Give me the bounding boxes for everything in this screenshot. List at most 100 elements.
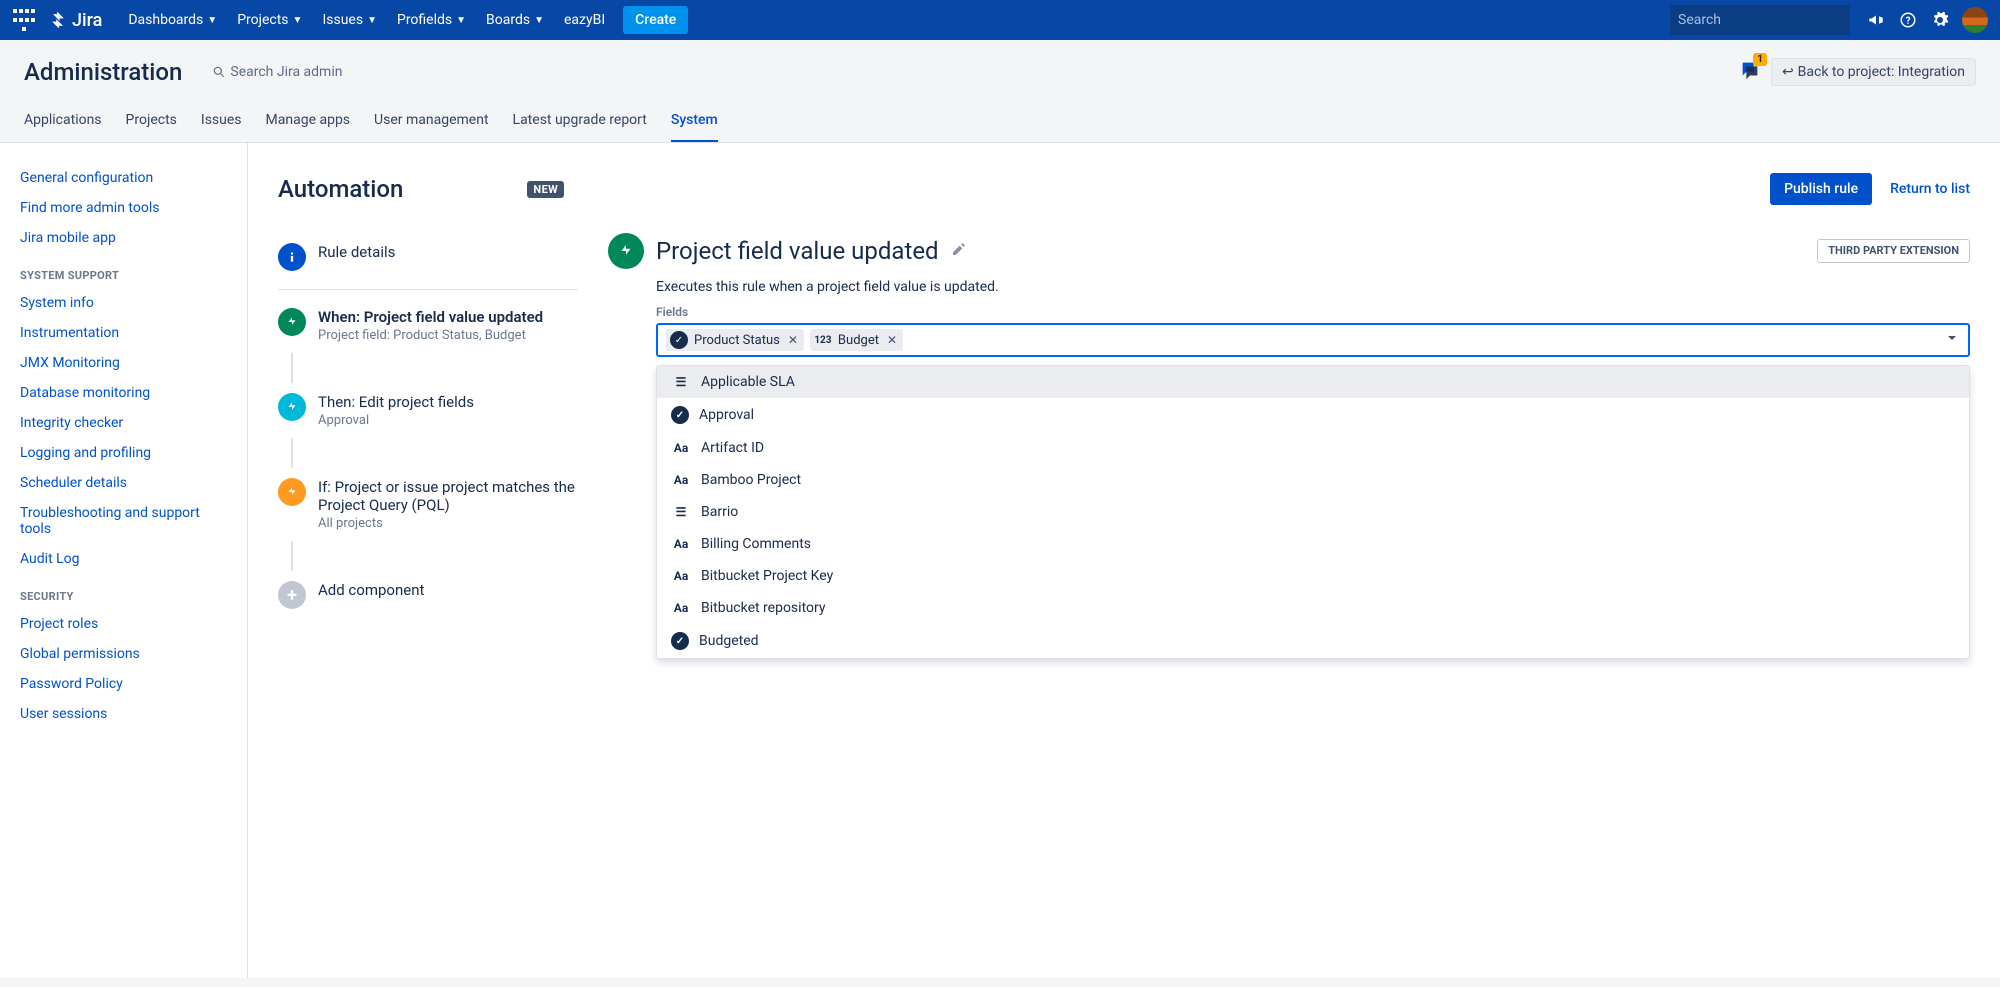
new-badge: NEW — [527, 181, 564, 198]
nav-item-issues[interactable]: Issues▼ — [312, 0, 387, 40]
gear-icon[interactable] — [1924, 4, 1956, 36]
check-icon: ✓ — [671, 406, 689, 424]
rule-details-step[interactable]: Rule details — [278, 233, 578, 290]
info-icon — [278, 243, 306, 271]
sidebar-item-user-sessions[interactable]: User sessions — [8, 699, 239, 729]
sidebar-item-project-roles[interactable]: Project roles — [8, 609, 239, 639]
dropdown-option-bitbucket-repository[interactable]: AaBitbucket repository — [657, 592, 1969, 624]
aa-icon: Aa — [671, 569, 691, 583]
tab-system[interactable]: System — [671, 104, 718, 142]
check-icon: ✓ — [671, 632, 689, 650]
admin-header: Administration Search Jira admin 1 ↩ Bac… — [0, 40, 2000, 143]
check-icon: ✓ — [670, 331, 688, 349]
sidebar-item-jmx-monitoring[interactable]: JMX Monitoring — [8, 348, 239, 378]
chevron-down-icon[interactable] — [1944, 330, 1960, 350]
num-icon: 123 — [814, 331, 832, 349]
sidebar-item-audit-log[interactable]: Audit Log — [8, 544, 239, 574]
sidebar-item-general-configuration[interactable]: General configuration — [8, 163, 239, 193]
dropdown-option-bamboo-project[interactable]: AaBamboo Project — [657, 464, 1969, 496]
trigger-icon — [278, 308, 306, 336]
sidebar-item-integrity-checker[interactable]: Integrity checker — [8, 408, 239, 438]
if-step[interactable]: If: Project or issue project matches the… — [278, 468, 578, 541]
tab-applications[interactable]: Applications — [24, 104, 102, 142]
sidebar-item-password-policy[interactable]: Password Policy — [8, 669, 239, 699]
admin-tabs: Applications Projects Issues Manage apps Use… — [24, 104, 1976, 142]
chevron-down-icon: ▼ — [456, 15, 466, 26]
sidebar-item-scheduler-details[interactable]: Scheduler details — [8, 468, 239, 498]
fields-dropdown[interactable]: ☰Applicable SLA✓ApprovalAaArtifact IDAaB… — [656, 365, 1970, 659]
svg-text:?: ? — [1906, 16, 1911, 27]
user-avatar[interactable] — [1962, 7, 1988, 33]
back-to-project-link[interactable]: ↩ Back to project: Integration — [1771, 58, 1976, 86]
sidebar-item-jira-mobile-app[interactable]: Jira mobile app — [8, 223, 239, 253]
sidebar-item-troubleshooting-and-support-tools[interactable]: Troubleshooting and support tools — [8, 498, 239, 544]
search-box[interactable] — [1670, 5, 1850, 35]
rule-chain: Rule details When: Project field value u… — [278, 233, 578, 659]
pencil-icon[interactable] — [951, 241, 967, 261]
chevron-down-icon: ▼ — [207, 15, 217, 26]
chip-product-status: ✓Product Status✕ — [666, 329, 804, 351]
fields-multiselect[interactable]: ✓Product Status✕123Budget✕ — [656, 323, 1970, 357]
megaphone-icon[interactable] — [1860, 4, 1892, 36]
dropdown-option-approval[interactable]: ✓Approval — [657, 398, 1969, 432]
sidebar-heading-security: SECURITY — [8, 574, 239, 609]
sidebar: General configurationFind more admin too… — [0, 143, 248, 978]
jira-icon — [48, 10, 68, 30]
return-to-list-link[interactable]: Return to list — [1890, 181, 1970, 197]
chevron-down-icon: ▼ — [534, 15, 544, 26]
tab-user-management[interactable]: User management — [374, 104, 488, 142]
dropdown-option-bitbucket-project-key[interactable]: AaBitbucket Project Key — [657, 560, 1969, 592]
nav-item-profields[interactable]: Profields▼ — [387, 0, 476, 40]
sidebar-item-system-info[interactable]: System info — [8, 288, 239, 318]
content-area: Automation NEW Publish rule Return to li… — [248, 143, 2000, 978]
chip-remove-icon[interactable]: ✕ — [786, 333, 800, 347]
action-icon — [278, 393, 306, 421]
sidebar-item-instrumentation[interactable]: Instrumentation — [8, 318, 239, 348]
create-button[interactable]: Create — [623, 6, 688, 34]
sidebar-item-global-permissions[interactable]: Global permissions — [8, 639, 239, 669]
fields-label: Fields — [656, 305, 1970, 319]
sidebar-item-database-monitoring[interactable]: Database monitoring — [8, 378, 239, 408]
top-nav: Jira Dashboards▼Projects▼Issues▼Profield… — [0, 0, 2000, 40]
sidebar-item-find-more-admin-tools[interactable]: Find more admin tools — [8, 193, 239, 223]
sidebar-item-logging-and-profiling[interactable]: Logging and profiling — [8, 438, 239, 468]
dropdown-option-budgeted[interactable]: ✓Budgeted — [657, 624, 1969, 658]
chip-remove-icon[interactable]: ✕ — [885, 333, 899, 347]
nav-item-dashboards[interactable]: Dashboards▼ — [118, 0, 227, 40]
aa-icon: Aa — [671, 441, 691, 455]
dropdown-option-applicable-sla[interactable]: ☰Applicable SLA — [657, 366, 1969, 398]
admin-title: Administration — [24, 58, 182, 86]
list-icon: ☰ — [671, 375, 691, 389]
sidebar-heading-system-support: SYSTEM SUPPORT — [8, 253, 239, 288]
tab-latest-upgrade-report[interactable]: Latest upgrade report — [513, 104, 647, 142]
publish-rule-button[interactable]: Publish rule — [1770, 173, 1872, 205]
chevron-down-icon: ▼ — [293, 15, 303, 26]
add-component-step[interactable]: + Add component — [278, 571, 578, 619]
detail-description: Executes this rule when a project field … — [656, 279, 1970, 295]
search-icon — [212, 65, 226, 79]
then-step[interactable]: Then: Edit project fieldsApproval — [278, 383, 578, 438]
chevron-down-icon: ▼ — [367, 15, 377, 26]
nav-item-boards[interactable]: Boards▼ — [476, 0, 554, 40]
app-switcher-icon[interactable] — [12, 8, 36, 32]
detail-title: Project field value updated — [656, 237, 939, 265]
dropdown-option-barrio[interactable]: ☰Barrio — [657, 496, 1969, 528]
jira-logo[interactable]: Jira — [48, 10, 102, 31]
tab-issues[interactable]: Issues — [201, 104, 242, 142]
help-icon[interactable]: ? — [1892, 4, 1924, 36]
nav-item-eazybi[interactable]: eazyBI — [554, 0, 615, 40]
aa-icon: Aa — [671, 537, 691, 551]
aa-icon: Aa — [671, 473, 691, 487]
feedback-icon[interactable]: 1 — [1739, 59, 1761, 85]
dropdown-option-artifact-id[interactable]: AaArtifact ID — [657, 432, 1969, 464]
search-input[interactable] — [1678, 12, 1856, 28]
tab-manage-apps[interactable]: Manage apps — [266, 104, 351, 142]
trigger-detail-icon — [608, 233, 644, 269]
dropdown-option-billing-comments[interactable]: AaBilling Comments — [657, 528, 1969, 560]
admin-search[interactable]: Search Jira admin — [212, 64, 342, 80]
third-party-badge: THIRD PARTY EXTENSION — [1817, 239, 1970, 262]
when-step[interactable]: When: Project field value updatedProject… — [278, 298, 578, 353]
nav-item-projects[interactable]: Projects▼ — [227, 0, 312, 40]
aa-icon: Aa — [671, 601, 691, 615]
tab-projects[interactable]: Projects — [126, 104, 177, 142]
